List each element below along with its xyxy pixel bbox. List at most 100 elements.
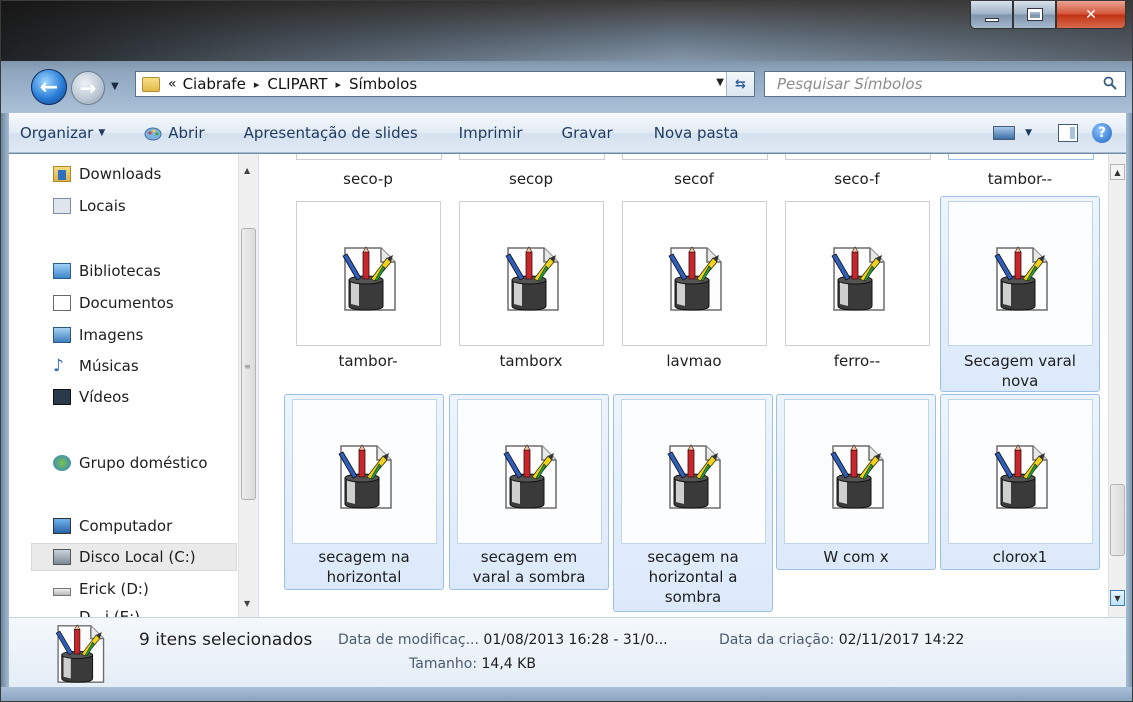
breadcrumb-ciabrafe[interactable]: Ciabrafe: [183, 75, 246, 93]
breadcrumb-separator[interactable]: ▸: [335, 78, 341, 91]
file-name: tamborx: [454, 351, 608, 371]
burn-label: Gravar: [561, 124, 613, 142]
file-name: secagem em varal a sombra: [452, 547, 606, 587]
nav-item-imagens[interactable]: Imagens: [53, 321, 143, 349]
preview-pane-icon[interactable]: [1058, 124, 1078, 142]
nav-item-erick[interactable]: Erick (D:): [53, 575, 149, 603]
nav-item-grupo-domestico[interactable]: Grupo doméstico: [53, 449, 208, 477]
help-icon[interactable]: ?: [1092, 123, 1112, 143]
nav-item-videos[interactable]: Vídeos: [53, 383, 129, 411]
file-tile-selected[interactable]: clorox1: [940, 394, 1100, 570]
breadcrumb-overflow[interactable]: «: [168, 76, 177, 92]
file-name[interactable]: tambor--: [940, 170, 1100, 188]
change-view-icon[interactable]: [993, 126, 1016, 140]
nav-item-computador[interactable]: Computador: [53, 512, 172, 540]
nav-item-downloads[interactable]: Downloads: [53, 160, 161, 188]
tile-stub: [622, 154, 768, 160]
file-thumbnail: [621, 399, 766, 544]
new-folder-button[interactable]: Nova pasta: [624, 114, 750, 152]
address-bar[interactable]: « Ciabrafe ▸ CLIPART ▸ Símbolos ▼ ⇆: [135, 71, 755, 97]
scroll-down-icon[interactable]: ▼: [244, 599, 250, 608]
refresh-button[interactable]: ⇆: [726, 72, 754, 96]
file-tile[interactable]: tamborx: [451, 196, 611, 392]
chevron-down-icon[interactable]: ▼: [1025, 128, 1032, 138]
file-grid-scroll-thumb[interactable]: [1110, 484, 1125, 556]
file-name-line: horizontal a: [648, 568, 738, 586]
breadcrumb-separator[interactable]: ▸: [254, 78, 260, 91]
clipart-document-icon: [662, 444, 724, 510]
file-tile-selected[interactable]: secagem na horizontal a sombra: [613, 394, 773, 612]
window-frame-left: [1, 113, 9, 687]
file-grid-scrollbar[interactable]: ▲ ▼: [1108, 154, 1126, 617]
breadcrumb-simbolos[interactable]: Símbolos: [349, 75, 417, 93]
nav-item-locais[interactable]: Locais: [53, 192, 126, 220]
file-name: tambor-: [291, 351, 445, 371]
file-name: ferro--: [780, 351, 934, 371]
file-tile[interactable]: ferro--: [777, 196, 937, 392]
nav-item-musicas[interactable]: ♪ Músicas: [53, 352, 139, 380]
nav-item-partial[interactable]: D...i (E:): [53, 603, 140, 617]
search-input[interactable]: Pesquisar Símbolos: [764, 71, 1126, 97]
file-tile[interactable]: tambor-: [288, 196, 448, 392]
forward-button[interactable]: →: [71, 71, 105, 105]
clipart-document-icon: [663, 246, 725, 312]
chevron-down-icon: ▼: [98, 128, 106, 138]
file-tile[interactable]: lavmao: [614, 196, 774, 392]
file-name-line: secagem na: [647, 548, 739, 566]
scroll-up-button[interactable]: ▲: [1110, 164, 1125, 180]
file-name-line: tamborx: [499, 352, 563, 370]
created-date: Data da criação: 02/11/2017 14:22: [719, 632, 964, 648]
file-name[interactable]: seco-f: [777, 170, 937, 188]
file-name[interactable]: secop: [451, 170, 611, 188]
file-tile-selected[interactable]: secagem na horizontal: [284, 394, 444, 590]
nav-item-disco-local[interactable]: Disco Local (C:): [31, 543, 237, 571]
back-button[interactable]: ←: [31, 69, 67, 105]
clipart-document-icon: [825, 444, 887, 510]
maximize-icon: [1026, 8, 1043, 21]
nav-label: Documentos: [79, 294, 174, 312]
homegroup-icon: [53, 455, 71, 471]
maximize-button[interactable]: [1013, 1, 1056, 29]
command-bar: Organizar ▼ Abrir Apresentação de slides …: [9, 113, 1126, 153]
tile-stub: [296, 154, 442, 160]
breadcrumb-clipart[interactable]: CLIPART: [267, 75, 327, 93]
nav-label: Vídeos: [79, 388, 130, 406]
nav-label: Erick (D:): [79, 580, 149, 598]
file-tile-selected[interactable]: secagem em varal a sombra: [449, 394, 609, 590]
open-button[interactable]: Abrir: [116, 114, 215, 152]
file-tile-selected[interactable]: W com x: [776, 394, 936, 570]
nav-label: Bibliotecas: [79, 262, 161, 280]
size-value: 14,4 KB: [481, 656, 536, 672]
nav-scrollbar[interactable]: ▲ ≡ ▼: [238, 154, 258, 617]
scroll-up-icon[interactable]: ▲: [244, 166, 250, 175]
window-frame-bottom: [1, 687, 1132, 701]
details-pane: 9 itens selecionados Data de modificaç..…: [9, 617, 1126, 687]
scroll-down-button[interactable]: ▼: [1110, 590, 1125, 606]
print-button[interactable]: Imprimir: [429, 114, 534, 152]
minimize-button[interactable]: [970, 1, 1013, 29]
clipart-document-icon: [826, 246, 888, 312]
file-tile-selected[interactable]: Secagem varal nova: [940, 196, 1100, 392]
slideshow-button[interactable]: Apresentação de slides: [216, 114, 429, 152]
file-name-line: varal a sombra: [472, 568, 586, 586]
close-button[interactable]: ✕: [1056, 1, 1126, 29]
clipart-document-icon: [333, 444, 395, 510]
clipart-document-icon: [498, 444, 560, 510]
file-name[interactable]: secof: [614, 170, 774, 188]
file-name[interactable]: seco-p: [288, 170, 448, 188]
local-disk-icon: [53, 549, 71, 565]
file-name: clorox1: [943, 547, 1097, 567]
view-controls: ▼ ?: [993, 114, 1126, 152]
created-value: 02/11/2017 14:22: [838, 632, 965, 648]
nav-label: Grupo doméstico: [79, 454, 208, 472]
clipart-document-icon: [989, 246, 1051, 312]
organize-label: Organizar: [20, 124, 94, 142]
nav-item-bibliotecas[interactable]: Bibliotecas: [53, 257, 161, 285]
burn-button[interactable]: Gravar: [534, 114, 624, 152]
organize-menu[interactable]: Organizar ▼: [9, 114, 116, 152]
search-icon[interactable]: [1103, 76, 1117, 90]
address-dropdown-icon[interactable]: ▼: [716, 77, 724, 88]
tile-stub: [948, 154, 1094, 160]
nav-item-documentos[interactable]: Documentos: [53, 289, 174, 317]
recent-pages-button[interactable]: ▼: [111, 81, 125, 95]
